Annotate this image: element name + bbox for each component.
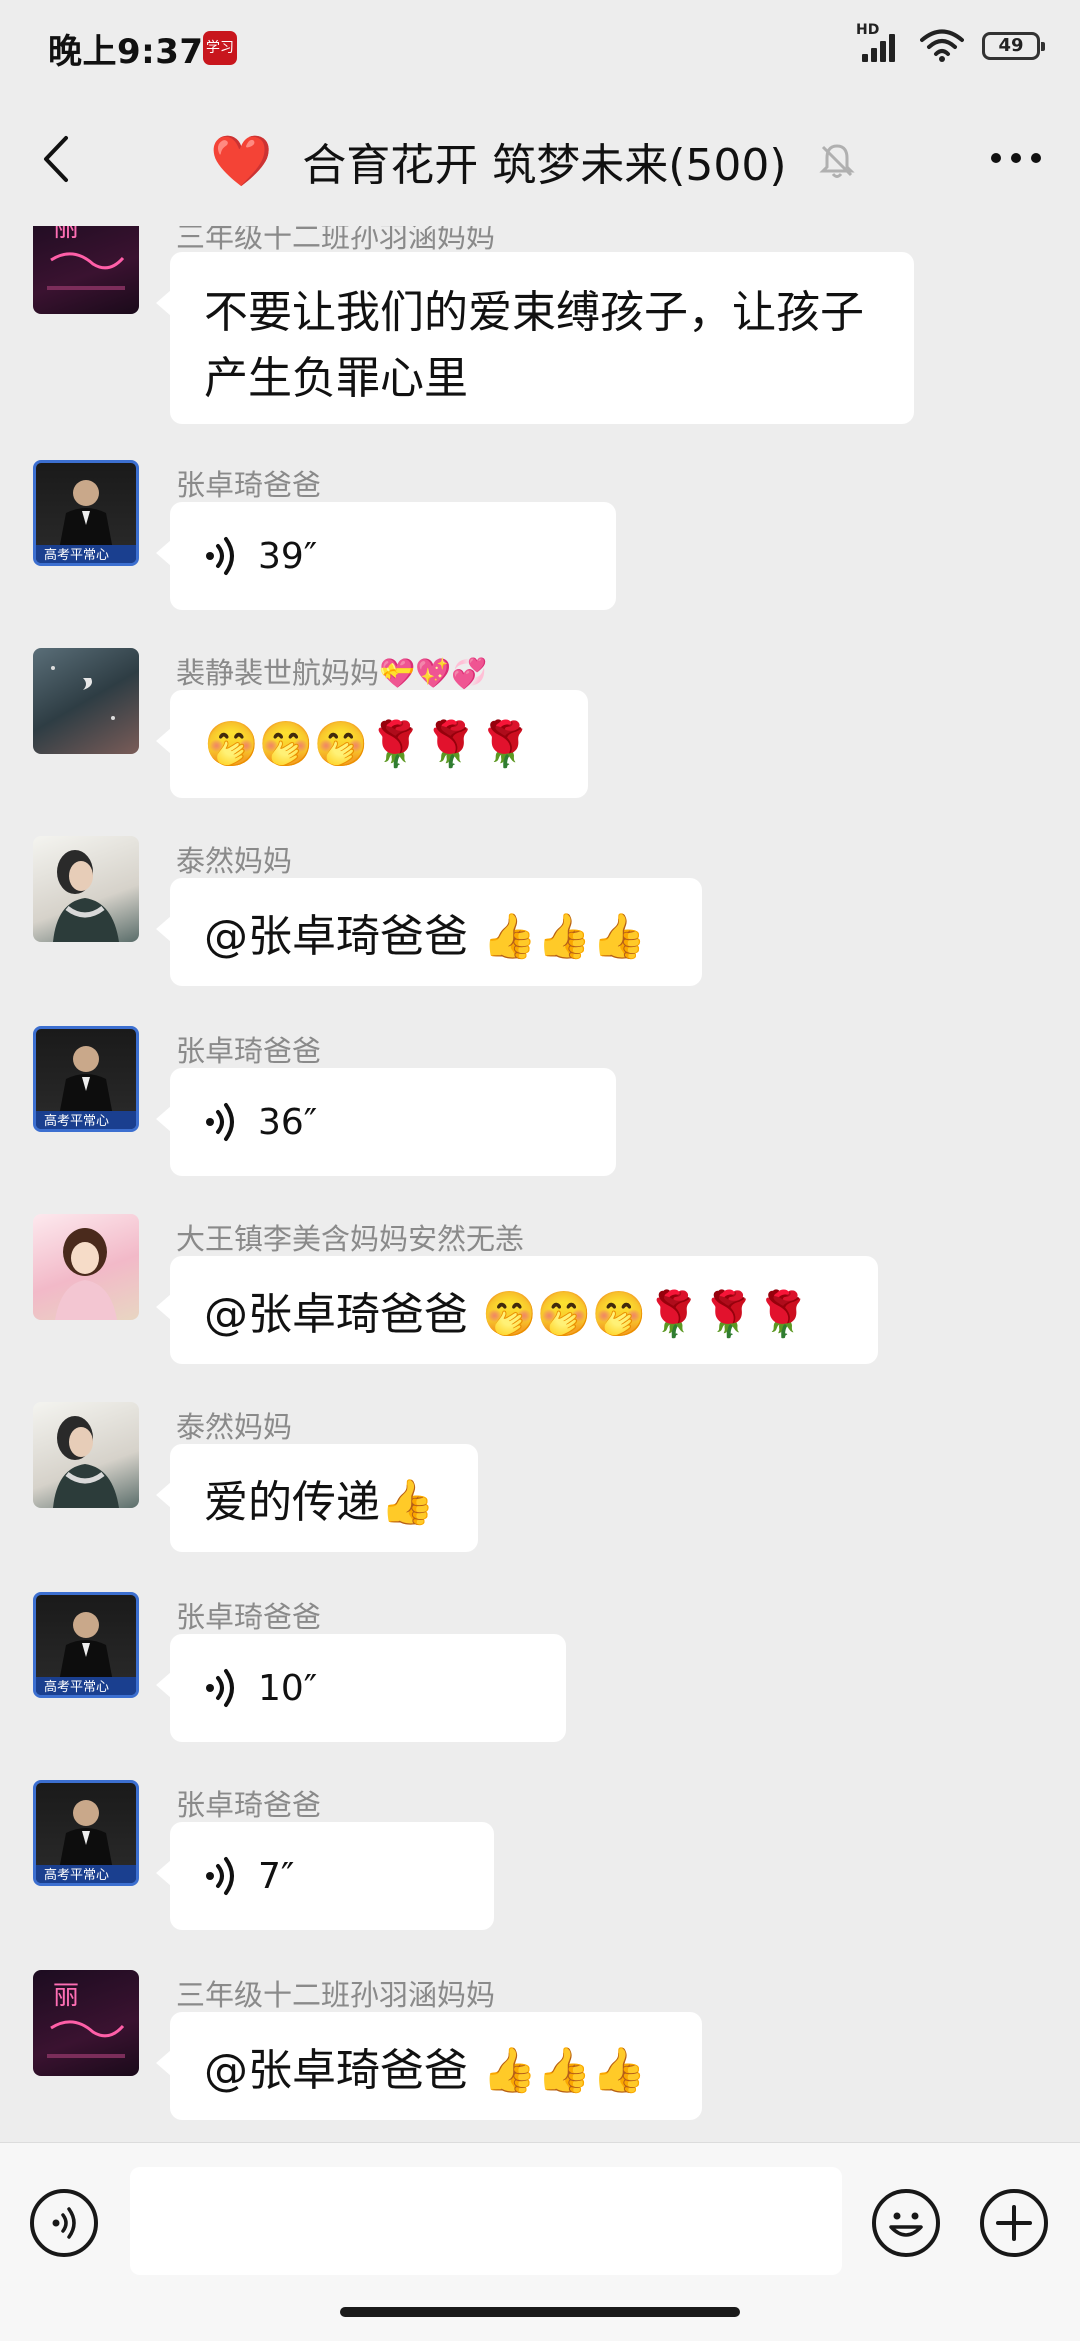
- suit-avatar-art: 高考平常心: [36, 1800, 136, 1883]
- avatar-caption: 丽: [53, 1981, 79, 2011]
- sender-name: 泰然妈妈: [176, 844, 293, 878]
- message-text: 不要让我们的爱束缚孩子，让孩子产生负罪心里: [204, 287, 864, 404]
- lady-avatar-art: [53, 850, 119, 942]
- avatar[interactable]: 高考平常心: [33, 1780, 139, 1886]
- girl-avatar-art: [55, 1228, 117, 1320]
- sender-name: 三年级十二班孙羽涵妈妈: [176, 1978, 496, 2012]
- chat-title[interactable]: 合育花开 筑梦未来(500): [302, 129, 786, 193]
- suit-avatar-art: 高考平常心: [36, 480, 136, 563]
- status-icons: HD 49: [856, 22, 1045, 66]
- neon-avatar-art: 丽: [47, 1981, 125, 2058]
- back-arrow-icon[interactable]: [34, 134, 84, 184]
- home-indicator[interactable]: [340, 2307, 740, 2317]
- sender-name: 张卓琦爸爸: [176, 1788, 322, 1822]
- voice-duration: 39″: [258, 535, 318, 577]
- emoji-button[interactable]: [872, 2189, 940, 2257]
- message-bubble[interactable]: @张卓琦爸爸 🤭🤭🤭🌹🌹🌹: [156, 1256, 878, 1364]
- sender-name: 张卓琦爸爸: [176, 1600, 322, 1634]
- smiley-icon: [889, 2212, 923, 2237]
- battery-icon: 49: [982, 32, 1045, 60]
- voice-duration: 36″: [258, 1101, 318, 1143]
- plus-icon: [996, 2205, 1032, 2241]
- voice-input-button[interactable]: [30, 2189, 98, 2257]
- voice-duration: 10″: [258, 1667, 318, 1709]
- suit-avatar-art: 高考平常心: [36, 1612, 136, 1695]
- voice-wave-icon: [206, 1103, 234, 1141]
- neon-avatar-art: 丽: [47, 226, 125, 290]
- lady-avatar-art: [53, 1416, 119, 1508]
- voice-duration: 7″: [258, 1855, 295, 1897]
- avatar-caption: 高考平常心: [44, 1679, 109, 1695]
- voice-message-bubble[interactable]: 7″: [156, 1822, 494, 1930]
- sender-name: 大王镇李美含妈妈安然无恙: [176, 1222, 525, 1256]
- sender-name: 张卓琦爸爸: [176, 1034, 322, 1068]
- avatar[interactable]: 高考平常心: [33, 1592, 139, 1698]
- avatar-caption: 丽: [53, 226, 79, 243]
- more-functions-button[interactable]: [980, 2189, 1048, 2257]
- wifi-icon: [920, 29, 964, 62]
- voice-wave-icon: [206, 537, 234, 575]
- avatar[interactable]: [33, 648, 139, 754]
- chat-message-list[interactable]: 丽 三年级十二班孙羽涵妈妈 不要让我们的爱束缚孩子，让孩子产生负罪心里 高考平常…: [0, 226, 1080, 2142]
- avatar-caption: 高考平常心: [44, 1113, 109, 1129]
- avatar[interactable]: 高考平常心: [33, 1026, 139, 1132]
- message-text: 爱的传递👍: [204, 1477, 435, 1528]
- voice-message-bubble[interactable]: 10″: [156, 1634, 566, 1742]
- avatar[interactable]: [33, 1402, 139, 1508]
- sender-name: 张卓琦爸爸: [176, 468, 322, 502]
- message-bubble[interactable]: @张卓琦爸爸 👍👍👍: [156, 878, 702, 986]
- mute-bell-icon: [818, 144, 855, 178]
- message-bubble[interactable]: @张卓琦爸爸 👍👍👍: [156, 2012, 702, 2120]
- signal-icon: HD: [856, 22, 902, 66]
- sender-name: 泰然妈妈: [176, 1410, 293, 1444]
- app-badge-icon: 学习: [203, 31, 237, 65]
- network-type: HD: [856, 22, 880, 38]
- chat-header: ❤️ 合育花开 筑梦未来(500): [0, 96, 1080, 226]
- voice-wave-icon: [206, 1669, 234, 1707]
- voice-icon: [52, 2207, 76, 2239]
- voice-message-bubble[interactable]: 39″: [156, 502, 616, 610]
- title-wrap: ❤️ 合育花开 筑梦未来(500): [210, 126, 857, 196]
- avatar[interactable]: [33, 836, 139, 942]
- message-text: 🤭🤭🤭🌹🌹🌹: [204, 719, 533, 770]
- avatar-caption: 高考平常心: [44, 547, 109, 563]
- status-time: 晚上9:37: [48, 32, 204, 72]
- more-options-icon[interactable]: [986, 138, 1046, 178]
- avatar[interactable]: 丽: [33, 1970, 139, 2076]
- sender-name: 裴静裴世航妈妈💝💖💞: [176, 656, 488, 690]
- night-avatar-art: [51, 666, 115, 720]
- message-input[interactable]: [130, 2167, 842, 2275]
- message-bubble[interactable]: 不要让我们的爱束缚孩子，让孩子产生负罪心里: [156, 252, 914, 424]
- voice-message-bubble[interactable]: 36″: [156, 1068, 616, 1176]
- message-bubble[interactable]: 🤭🤭🤭🌹🌹🌹: [156, 690, 588, 798]
- status-bar: 晚上9:37 学习 HD 49: [0, 0, 1080, 96]
- message-bubble[interactable]: 爱的传递👍: [156, 1444, 478, 1552]
- message-text: @张卓琦爸爸 👍👍👍: [204, 2045, 647, 2096]
- message-text: @张卓琦爸爸 👍👍👍: [204, 911, 647, 962]
- suit-avatar-art: 高考平常心: [36, 1046, 136, 1129]
- avatar[interactable]: 丽: [33, 226, 139, 314]
- message-text: @张卓琦爸爸 🤭🤭🤭🌹🌹🌹: [204, 1289, 811, 1340]
- avatar[interactable]: 高考平常心: [33, 460, 139, 566]
- heart-icon: ❤️: [210, 131, 273, 190]
- avatar[interactable]: [33, 1214, 139, 1320]
- avatar-caption: 高考平常心: [44, 1867, 109, 1883]
- voice-wave-icon: [206, 1857, 234, 1895]
